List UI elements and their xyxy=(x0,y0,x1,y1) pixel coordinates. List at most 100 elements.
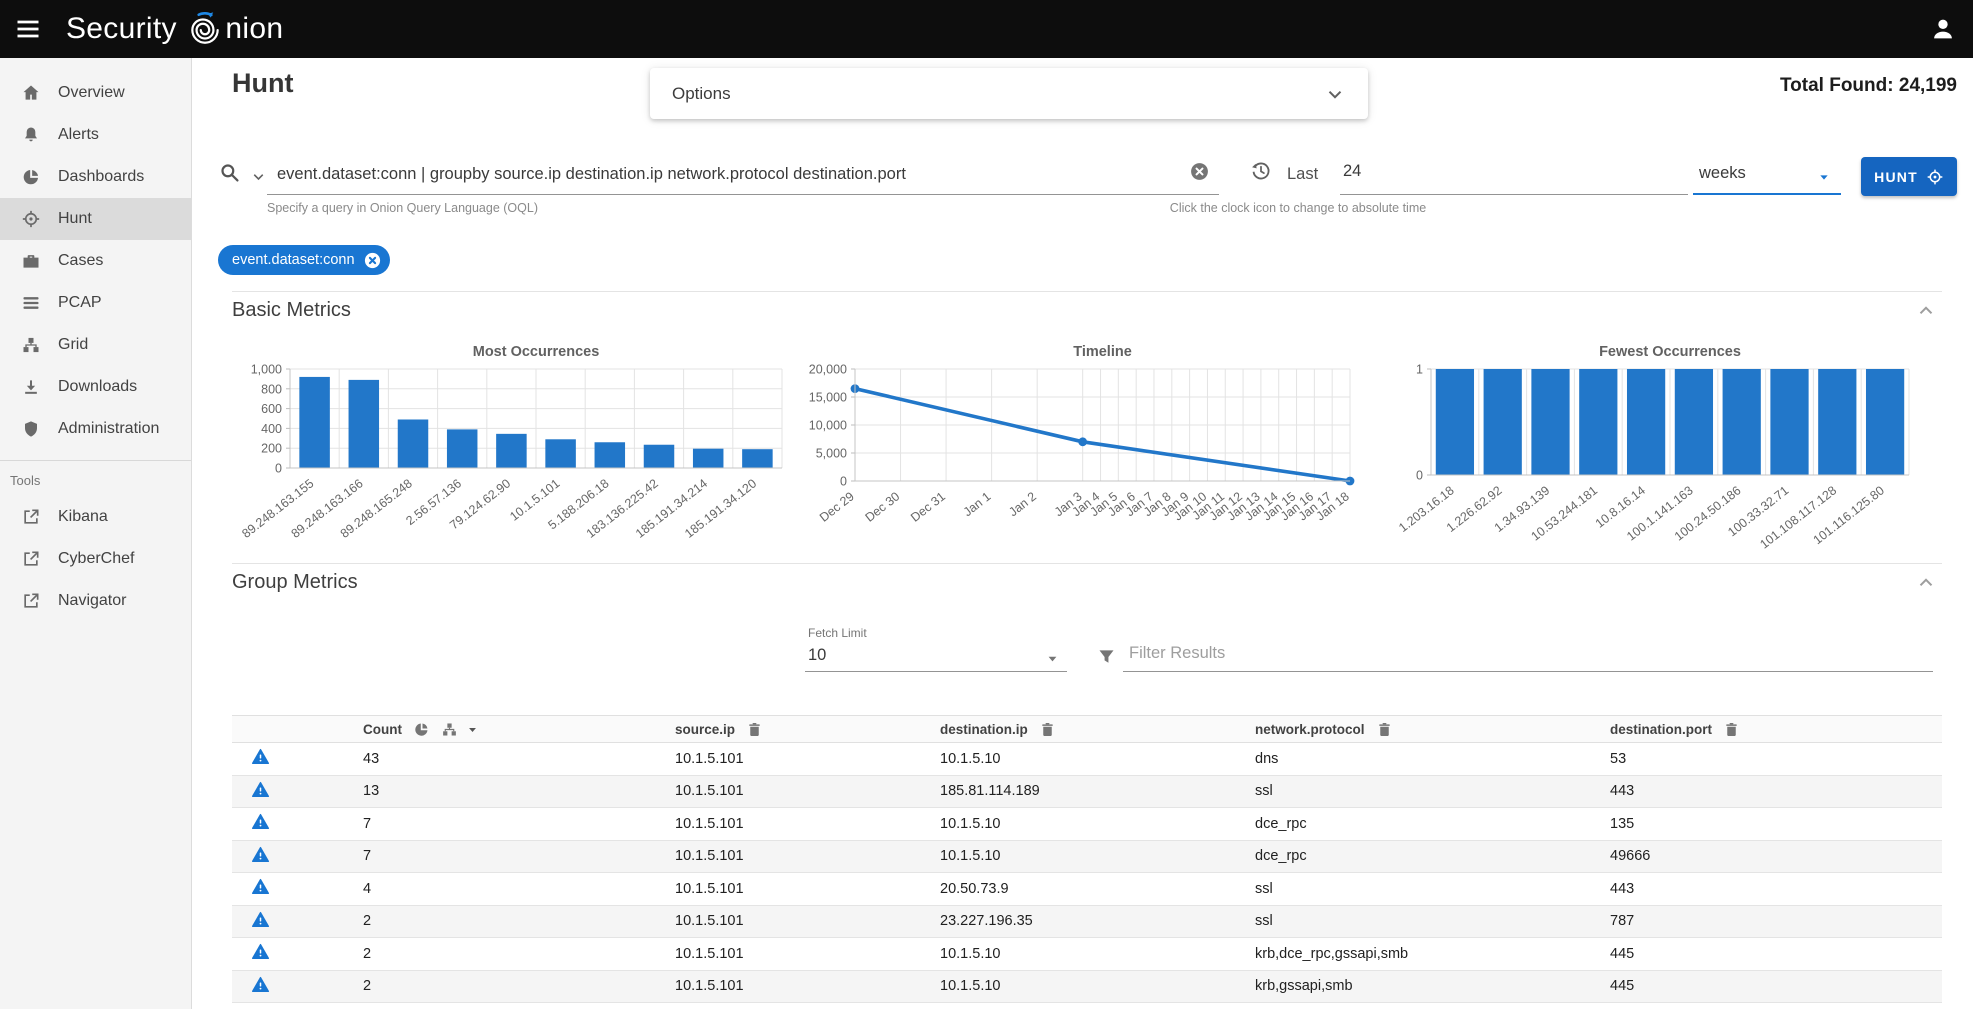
table-row[interactable]: 43 10.1.5.101 10.1.5.10 dns 53 xyxy=(232,743,1942,776)
network-protocol-cell: ssl xyxy=(1255,783,1610,799)
warning-triangle-icon[interactable] xyxy=(251,812,270,831)
sidebar-item-label: PCAP xyxy=(58,294,102,312)
brand-suffix: nion xyxy=(225,12,283,46)
destination-ip-cell: 23.227.196.35 xyxy=(940,913,1255,929)
remove-filter-icon[interactable] xyxy=(363,251,382,270)
chart-canvas: Most Occurrences02004006008001,00089.248… xyxy=(232,343,807,555)
warning-triangle-icon[interactable] xyxy=(251,975,270,994)
menu-icon[interactable] xyxy=(14,15,42,43)
svg-text:0: 0 xyxy=(275,462,282,476)
download-icon xyxy=(21,377,41,397)
remove-column-trash-icon[interactable] xyxy=(1723,721,1740,738)
source-ip-cell: 10.1.5.101 xyxy=(675,783,940,799)
sidebar-item-hunt[interactable]: Hunt xyxy=(0,198,191,240)
destination-ip-cell: 10.1.5.10 xyxy=(940,978,1255,994)
table-row[interactable]: 7 10.1.5.101 10.1.5.10 dce_rpc 49666 xyxy=(232,841,1942,874)
query-history-chevron-icon[interactable] xyxy=(250,168,267,185)
crosshair-icon xyxy=(21,209,41,229)
bar-2.56.57.136 xyxy=(447,429,478,468)
external-icon xyxy=(21,507,41,527)
column-header-destination.ip[interactable]: destination.ip xyxy=(940,721,1255,738)
clear-query-icon[interactable] xyxy=(1189,161,1210,182)
total-found-label: Total Found: xyxy=(1780,75,1894,96)
bar-10.8.16.14 xyxy=(1627,369,1665,475)
sidebar-item-cyberchef[interactable]: CyberChef xyxy=(0,538,191,580)
fetch-limit-select[interactable]: 10 xyxy=(808,646,826,665)
source-ip-cell: 10.1.5.101 xyxy=(675,978,940,994)
count-cell: 2 xyxy=(363,913,675,929)
duration-input[interactable] xyxy=(1343,162,1683,181)
filter-results-input[interactable] xyxy=(1129,644,1929,663)
options-dropdown[interactable]: Options xyxy=(650,68,1368,119)
table-row[interactable]: 2 10.1.5.101 10.1.5.10 krb,dce_rpc,gssap… xyxy=(232,938,1942,971)
fewest-occurrences-chart: Fewest Occurrences011.203.16.181.226.62.… xyxy=(1391,343,1921,560)
sidebar-item-administration[interactable]: Administration xyxy=(0,408,191,450)
sidebar-item-overview[interactable]: Overview xyxy=(0,72,191,114)
hunt-button[interactable]: HUNT xyxy=(1861,157,1957,196)
remove-column-trash-icon[interactable] xyxy=(1039,721,1056,738)
column-header-count[interactable]: Count xyxy=(363,721,675,738)
collapse-basic-metrics-icon[interactable] xyxy=(1915,300,1937,322)
remove-column-trash-icon[interactable] xyxy=(746,721,763,738)
source-ip-cell: 10.1.5.101 xyxy=(675,913,940,929)
bar-100.1.141.163 xyxy=(1675,369,1713,475)
bar-89.248.165.248 xyxy=(398,419,429,468)
units-select[interactable]: weeks xyxy=(1699,164,1746,183)
warning-triangle-icon[interactable] xyxy=(251,877,270,896)
destination-port-cell: 53 xyxy=(1610,751,1942,767)
graph-toggle-icon[interactable] xyxy=(441,721,458,738)
sidebar-item-downloads[interactable]: Downloads xyxy=(0,366,191,408)
svg-text:10,000: 10,000 xyxy=(809,419,847,433)
count-cell: 7 xyxy=(363,816,675,832)
bar-185.191.34.120 xyxy=(742,449,773,468)
most-occurrences-chart: Most Occurrences02004006008001,00089.248… xyxy=(232,343,807,560)
warning-triangle-icon[interactable] xyxy=(251,910,270,929)
filter-chip[interactable]: event.dataset:conn xyxy=(218,245,390,275)
warning-triangle-icon[interactable] xyxy=(251,845,270,864)
table-row[interactable]: 7 10.1.5.101 10.1.5.10 dce_rpc 135 xyxy=(232,808,1942,841)
sidebar-item-navigator[interactable]: Navigator xyxy=(0,580,191,622)
column-header-destination.port[interactable]: destination.port xyxy=(1610,721,1942,738)
sidebar-item-grid[interactable]: Grid xyxy=(0,324,191,366)
sidebar-item-dashboards[interactable]: Dashboards xyxy=(0,156,191,198)
destination-ip-cell: 10.1.5.10 xyxy=(940,946,1255,962)
sidebar-item-alerts[interactable]: Alerts xyxy=(0,114,191,156)
table-row[interactable]: 2 10.1.5.101 10.1.5.10 krb,gssapi,smb 44… xyxy=(232,971,1942,1004)
sidebar-item-pcap[interactable]: PCAP xyxy=(0,282,191,324)
fetch-limit-label: Fetch Limit xyxy=(808,626,867,640)
warning-triangle-icon[interactable] xyxy=(251,747,270,766)
network-protocol-cell: dce_rpc xyxy=(1255,816,1610,832)
bar-1.226.62.92 xyxy=(1484,369,1522,475)
units-dropdown-icon[interactable] xyxy=(1816,169,1832,185)
app-logo: Security nion xyxy=(66,10,283,48)
user-account-icon[interactable] xyxy=(1929,15,1957,43)
table-row[interactable]: 13 10.1.5.101 185.81.114.189 ssl 443 xyxy=(232,776,1942,809)
source-ip-cell: 10.1.5.101 xyxy=(675,816,940,832)
svg-text:800: 800 xyxy=(261,382,282,396)
bar-183.136.225.42 xyxy=(644,445,675,468)
fetch-limit-dropdown-icon[interactable] xyxy=(1044,650,1061,667)
row-toggle-cell xyxy=(232,812,363,835)
network-protocol-cell: ssl xyxy=(1255,913,1610,929)
pie-chart-toggle-icon[interactable] xyxy=(413,721,430,738)
collapse-group-metrics-icon[interactable] xyxy=(1915,572,1937,594)
table-row[interactable]: 4 10.1.5.101 20.50.73.9 ssl 443 xyxy=(232,873,1942,906)
sidebar-item-label: Downloads xyxy=(58,378,137,396)
destination-port-cell: 49666 xyxy=(1610,848,1942,864)
query-input[interactable] xyxy=(277,161,1182,187)
remove-column-trash-icon[interactable] xyxy=(1376,721,1393,738)
bar-101.108.117.128 xyxy=(1818,369,1856,475)
count-dropdown-icon[interactable] xyxy=(465,722,480,737)
sidebar-item-kibana[interactable]: Kibana xyxy=(0,496,191,538)
column-header-source.ip[interactable]: source.ip xyxy=(675,721,940,738)
hunt-button-label: HUNT xyxy=(1874,169,1918,185)
table-row[interactable]: 2 10.1.5.101 23.227.196.35 ssl 787 xyxy=(232,906,1942,939)
column-header-network.protocol[interactable]: network.protocol xyxy=(1255,721,1610,738)
external-icon xyxy=(21,591,41,611)
svg-text:0: 0 xyxy=(840,475,847,489)
warning-triangle-icon[interactable] xyxy=(251,942,270,961)
svg-text:600: 600 xyxy=(261,402,282,416)
warning-triangle-icon[interactable] xyxy=(251,780,270,799)
relative-time-clock-icon[interactable] xyxy=(1250,160,1272,182)
sidebar-item-cases[interactable]: Cases xyxy=(0,240,191,282)
